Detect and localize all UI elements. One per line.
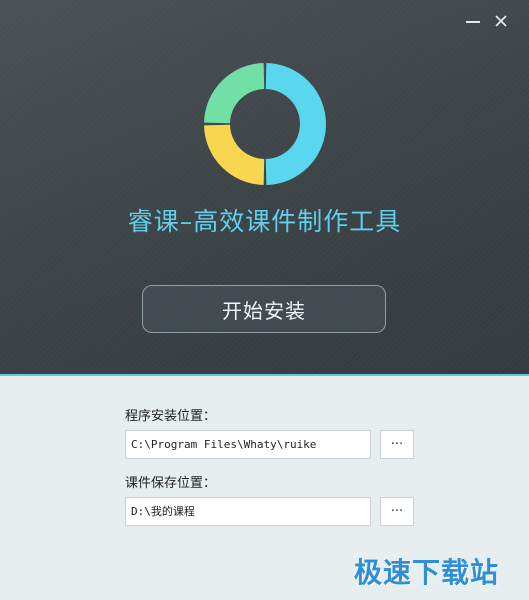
panel-divider (0, 374, 529, 376)
minimize-button[interactable] (462, 10, 484, 32)
app-title: 睿课–高效课件制作工具 (127, 207, 402, 236)
logo-segment (204, 63, 265, 124)
installer-window: 睿课–高效课件制作工具 开始安装 程序安装位置： C:\Program File… (0, 0, 529, 600)
logo-segment (265, 63, 326, 185)
minimize-icon (466, 21, 480, 23)
close-icon (495, 15, 507, 27)
app-logo (204, 63, 326, 185)
save-path-browse-button[interactable]: ··· (380, 497, 414, 526)
save-location-label: 课件保存位置： (125, 476, 217, 491)
install-path-browse-button[interactable]: ··· (380, 430, 414, 459)
close-button[interactable] (490, 10, 512, 32)
install-path-field[interactable]: C:\Program Files\Whaty\ruike (125, 430, 371, 459)
save-path-field[interactable]: D:\我的课程 (125, 497, 371, 526)
header-panel: 睿课–高效课件制作工具 开始安装 (0, 0, 529, 374)
start-install-button[interactable]: 开始安装 (142, 285, 386, 333)
logo-segment (204, 124, 265, 185)
install-location-label: 程序安装位置： (125, 409, 217, 424)
watermark-logo: 极速下载站 (354, 556, 500, 589)
